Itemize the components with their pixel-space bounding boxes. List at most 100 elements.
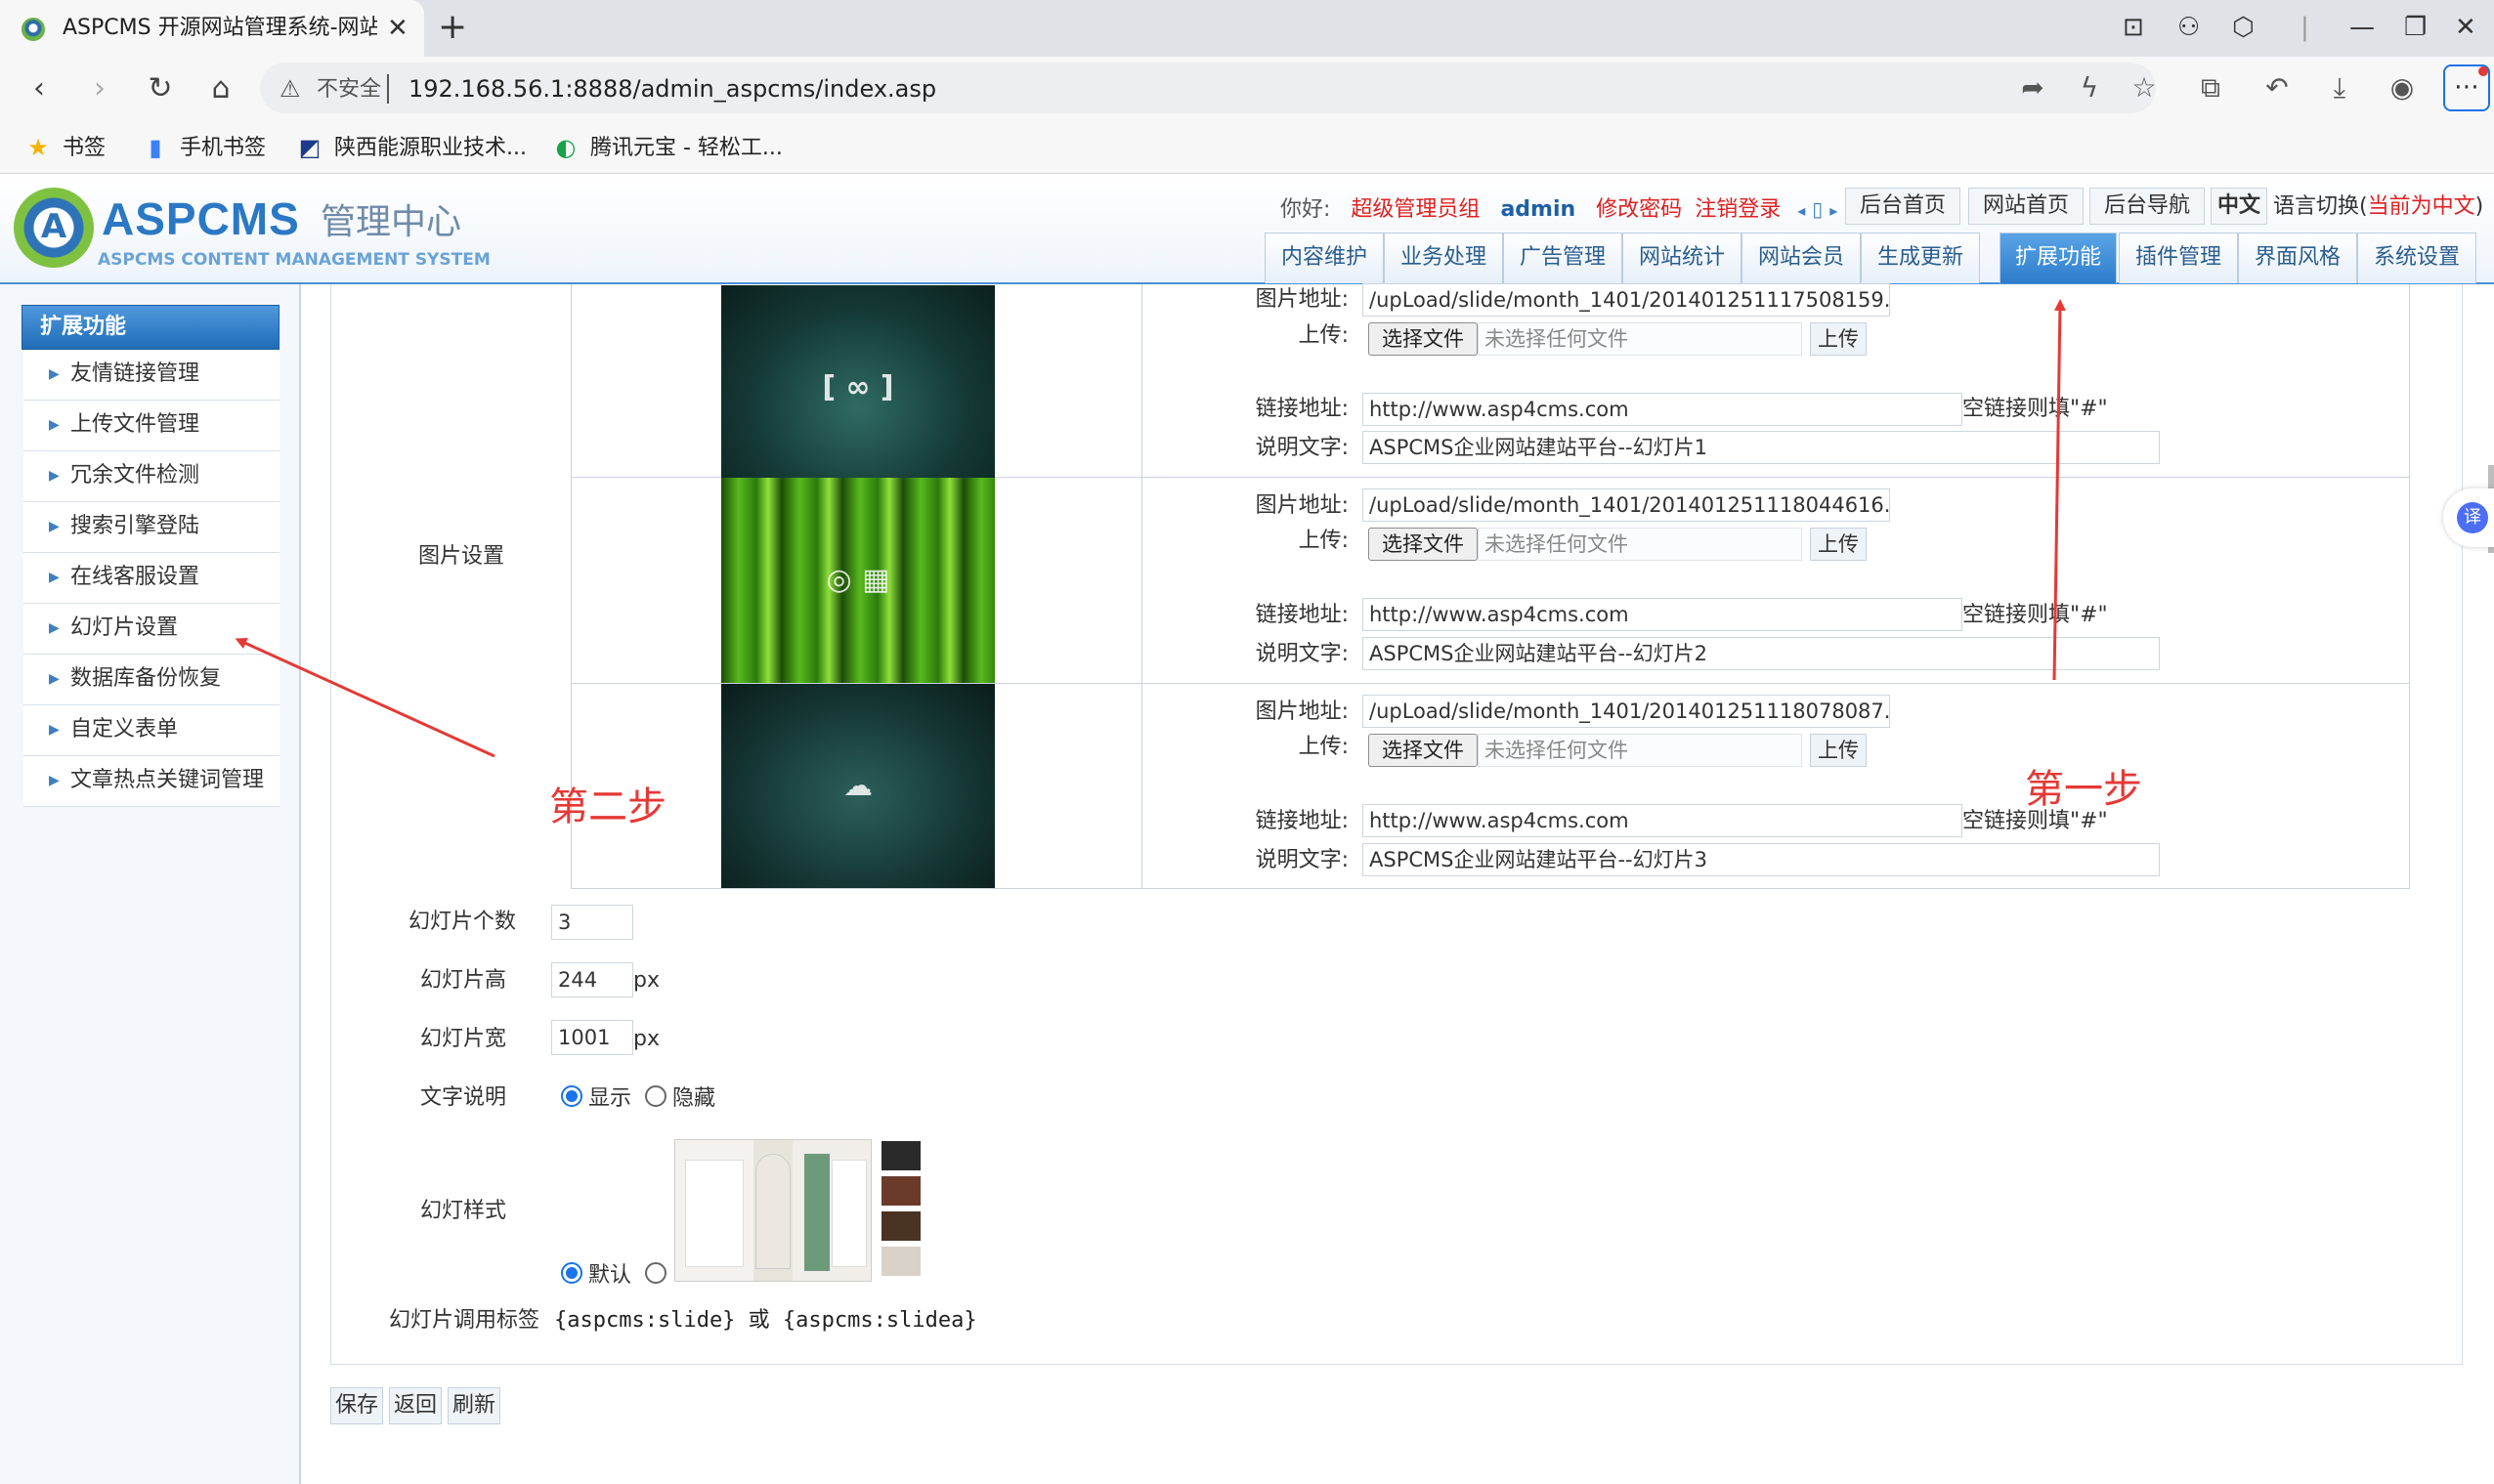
upload-button[interactable]: 上传 <box>1810 734 1867 767</box>
show-desc-radio[interactable] <box>561 1085 582 1107</box>
sidebar-item-db-backup[interactable]: ▶ 数据库备份恢复 <box>23 655 280 705</box>
slide3-link-input[interactable]: http://www.asp4cms.com <box>1362 804 1962 837</box>
slide3-pic-input[interactable]: /upLoad/slide/month_1401/201401251118078… <box>1362 695 1890 728</box>
tab-ads[interactable]: 广告管理 <box>1503 233 1622 283</box>
star-icon: ★ <box>27 134 49 161</box>
share-icon[interactable]: ➦ <box>2013 70 2052 106</box>
admin-home-button[interactable]: 后台首页 <box>1845 188 1960 225</box>
collapse-right-icon[interactable]: ▸ <box>1829 201 1837 220</box>
lang-note: 当前为中文 <box>2367 194 2475 219</box>
greet-prefix: 你好: <box>1280 197 1331 222</box>
slide-width-input[interactable]: 1001 <box>551 1020 633 1055</box>
chevron-right-icon: ▶ <box>49 620 60 636</box>
download-icon[interactable]: ⤓ <box>2320 70 2359 106</box>
favorite-star-icon[interactable]: ☆ <box>2125 70 2164 106</box>
bookmarks-bar: ★ 书签 ▮ 手机书签 ◩ 陕西能源职业技术... ◐ 腾讯元宝 - 轻松工..… <box>0 123 2494 174</box>
upload-label: 上传: <box>1298 323 1349 348</box>
upload-button[interactable]: 上传 <box>1810 322 1867 356</box>
lang-note-close: ) <box>2474 194 2484 219</box>
forward-icon[interactable]: › <box>80 69 119 108</box>
tab-content[interactable]: 内容维护 <box>1265 233 1384 283</box>
undo-icon[interactable]: ↶ <box>2258 70 2297 106</box>
minimize-icon[interactable]: — <box>2349 12 2375 43</box>
yuanbao-icon: ◐ <box>555 134 577 161</box>
upload-button[interactable]: 上传 <box>1810 528 1867 561</box>
save-button[interactable]: 保存 <box>330 1387 383 1424</box>
translate-button[interactable]: 译 <box>2443 488 2494 547</box>
browser-nav-bar: ‹ › ↻ ⌂ ⚠ 不安全 192.168.56.1:8888/admin_as… <box>0 57 2494 123</box>
home-icon[interactable]: ⌂ <box>201 69 240 108</box>
sidebar-item-search-engine[interactable]: ▶ 搜索引擎登陆 <box>23 502 280 553</box>
site-home-button[interactable]: 网站首页 <box>1968 188 2084 225</box>
sidebar-item-redundant-files[interactable]: ▶ 冗余文件检测 <box>23 451 280 502</box>
choose-file-button[interactable]: 选择文件 <box>1368 734 1478 767</box>
link-url-label: 链接地址: <box>1255 809 1349 833</box>
pic-url-label: 图片地址: <box>1255 493 1349 518</box>
tab-plugins[interactable]: 插件管理 <box>2119 233 2238 283</box>
sidebar-item-slides[interactable]: ▶ 幻灯片设置 <box>23 604 280 655</box>
reload-icon[interactable]: ↻ <box>141 69 180 108</box>
link-url-label: 链接地址: <box>1255 603 1349 627</box>
logo-subtitle: 管理中心 <box>321 202 462 242</box>
bolt-icon[interactable]: ϟ <box>2070 70 2109 106</box>
lang-switch-label[interactable]: 语言切换 <box>2273 194 2359 219</box>
sidebar-item-label: 自定义表单 <box>70 717 179 742</box>
tab-generate[interactable]: 生成更新 <box>1861 233 1980 283</box>
slide3-desc-input[interactable]: ASPCMS企业网站建站平台--幻灯片3 <box>1362 843 2160 876</box>
screen: ASPCMS 开源网站管理系统-网站 ✕ + ⊡ ⚇ ⬡ | — ❐ ✕ ‹ ›… <box>0 0 2494 1484</box>
slide2-desc-input[interactable]: ASPCMS企业网站建站平台--幻灯片2 <box>1362 637 2160 670</box>
collections-icon[interactable]: ⚇ <box>2177 12 2200 43</box>
change-password-link[interactable]: 修改密码 <box>1596 197 1682 222</box>
collapse-left-icon[interactable]: ◂ <box>1797 201 1805 220</box>
close-tab-icon[interactable]: ✕ <box>387 14 408 43</box>
slide-height-input[interactable]: 244 <box>551 962 633 997</box>
new-tab-icon[interactable]: + <box>438 8 467 47</box>
alt-style-radio[interactable] <box>645 1262 666 1284</box>
slide1-desc-input[interactable]: ASPCMS企业网站建站平台--幻灯片1 <box>1362 431 2160 464</box>
slide2-link-input[interactable]: http://www.asp4cms.com <box>1362 598 1962 631</box>
refresh-button[interactable]: 刷新 <box>448 1387 500 1424</box>
slide1-link-input[interactable]: http://www.asp4cms.com <box>1362 393 1962 426</box>
profile-avatar-icon[interactable]: ◉ <box>2383 70 2422 106</box>
slide-count-input[interactable]: 3 <box>551 905 633 940</box>
tab-stats[interactable]: 网站统计 <box>1622 233 1742 283</box>
hide-desc-radio[interactable] <box>645 1085 666 1107</box>
window-close-icon[interactable]: ✕ <box>2455 12 2476 43</box>
logout-link[interactable]: 注销登录 <box>1695 197 1781 222</box>
wechat-icon: ◎ ▦ <box>826 563 890 597</box>
tab-ui-style[interactable]: 界面风格 <box>2238 233 2357 283</box>
sidebar-item-label: 冗余文件检测 <box>70 463 200 488</box>
back-button[interactable]: 返回 <box>389 1387 442 1424</box>
lang-chinese-button[interactable]: 中文 <box>2211 188 2267 225</box>
sidebar-item-custom-form[interactable]: ▶ 自定义表单 <box>23 705 280 756</box>
default-style-radio[interactable] <box>561 1262 582 1284</box>
tab-system[interactable]: 系统设置 <box>2357 233 2476 283</box>
back-icon[interactable]: ‹ <box>20 69 59 108</box>
slide-image-1: [ ∞ ] <box>721 285 995 490</box>
choose-file-button[interactable]: 选择文件 <box>1368 322 1478 356</box>
tag-label: 幻灯片调用标签 <box>389 1308 540 1333</box>
sidebar-item-hot-keywords[interactable]: ▶ 文章热点关键词管理 <box>23 756 280 807</box>
tab-actions-icon[interactable]: ⊡ <box>2123 12 2144 43</box>
admin-nav-button[interactable]: 后台导航 <box>2089 188 2205 225</box>
slide-height-label: 幻灯片高 <box>420 968 507 993</box>
url-text[interactable]: 192.168.56.1:8888/admin_aspcms/index.asp <box>408 74 936 104</box>
frame-toggle-icon[interactable]: ▯ <box>1812 197 1823 221</box>
sidebar-item-online-service[interactable]: ▶ 在线客服设置 <box>23 553 280 604</box>
link-url-label: 链接地址: <box>1255 397 1349 421</box>
slide1-pic-input[interactable]: /upLoad/slide/month_1401/201401251117508… <box>1362 283 1890 317</box>
puzzle-icon[interactable]: ⧉ <box>2191 70 2230 106</box>
choose-file-button[interactable]: 选择文件 <box>1368 528 1478 561</box>
sidebar-item-upload-files[interactable]: ▶ 上传文件管理 <box>23 401 280 451</box>
sidebar-item-friend-links[interactable]: ▶ 友情链接管理 <box>23 350 280 401</box>
tab-extensions[interactable]: 扩展功能 <box>2000 233 2117 283</box>
tab-business[interactable]: 业务处理 <box>1384 233 1503 283</box>
logo-title: ASPCMS <box>102 193 300 244</box>
restore-icon[interactable]: ❐ <box>2404 12 2427 43</box>
url-separator <box>387 74 389 104</box>
tab-members[interactable]: 网站会员 <box>1742 233 1861 283</box>
browser-tab[interactable]: ASPCMS 开源网站管理系统-网站 ✕ <box>0 0 424 57</box>
slide2-pic-input[interactable]: /upLoad/slide/month_1401/201401251118044… <box>1362 488 1890 522</box>
phone-bookmark-icon: ▮ <box>149 134 162 161</box>
extensions-icon[interactable]: ⬡ <box>2232 12 2255 43</box>
